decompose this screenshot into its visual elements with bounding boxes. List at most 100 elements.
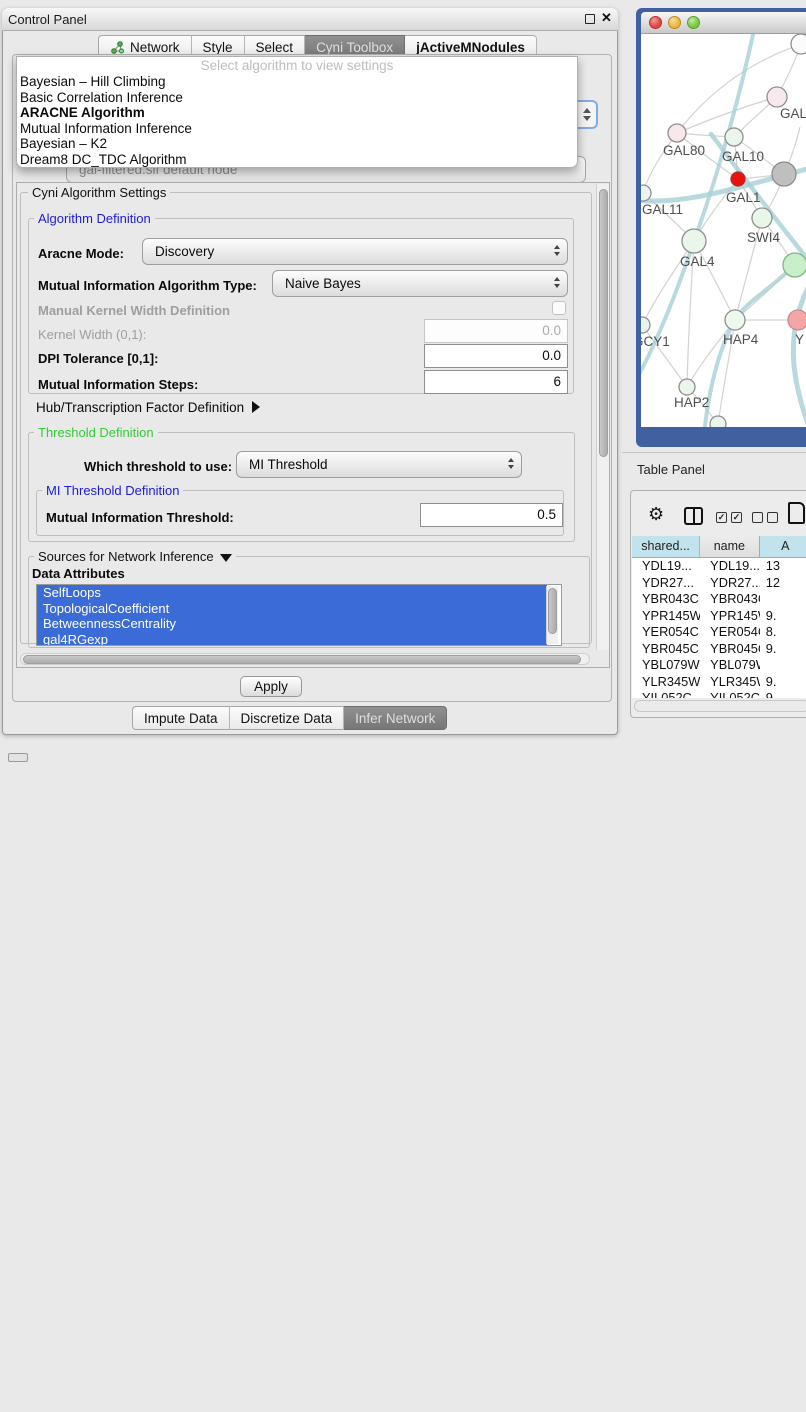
aracne-mode-combobox[interactable]: Discovery [142, 238, 568, 265]
table-cell: 8. [760, 624, 806, 641]
table-cell: YIL052C [700, 690, 760, 698]
data-attributes-list[interactable]: SelfLoopsTopologicalCoefficientBetweenne… [36, 584, 562, 646]
table-cell: YBR043C [632, 591, 700, 608]
table-cell: YBR045C [700, 641, 760, 658]
mi-type-label: Mutual Information Algorithm Type: [38, 278, 257, 293]
gear-icon[interactable]: ⚙ [648, 504, 664, 524]
column-header-a[interactable]: A [760, 536, 806, 558]
network-node-node-salmon[interactable] [788, 310, 806, 330]
columns-icon[interactable] [684, 507, 703, 525]
tab-label: Network [130, 40, 180, 55]
close-icon[interactable]: ✕ [601, 10, 612, 26]
control-panel-titlebar[interactable] [2, 8, 618, 31]
network-node-gcy1[interactable] [641, 317, 650, 333]
network-edge-highlighted[interactable] [793, 282, 806, 424]
network-node-gal4[interactable] [682, 229, 706, 253]
network-node-gal1[interactable] [731, 172, 745, 186]
attribute-item-topologicalcoefficient[interactable]: TopologicalCoefficient [37, 601, 547, 617]
node-table[interactable]: shared...nameA YDL19...YDL19...13YDR27..… [632, 536, 806, 698]
network-node-hap2[interactable] [679, 379, 695, 395]
table-cell: 9. [760, 674, 806, 691]
settings-horizontal-scrollbar[interactable] [20, 653, 590, 665]
table-cell: YER054C [700, 624, 760, 641]
new-table-icon[interactable] [788, 502, 805, 524]
algorithm-option-aracne-algorithm[interactable]: ARACNE Algorithm [17, 105, 577, 121]
algorithm-option-basic-correlation-inference[interactable]: Basic Correlation Inference [17, 90, 577, 106]
node-label-gal4: GAL4 [680, 254, 715, 269]
apply-button[interactable]: Apply [240, 676, 302, 697]
checked-box-icon: ✓ [716, 512, 727, 523]
attribute-item-gal4rgexp[interactable]: gal4RGexp [37, 632, 547, 647]
manual-kernel-label: Manual Kernel Width Definition [38, 303, 230, 318]
network-canvas[interactable]: GALGAL80GAL10GAL1GAL11SWI4GAL4GCY1HAP4YH… [641, 34, 806, 427]
attributes-scrollbar-thumb[interactable] [548, 588, 557, 634]
table-row[interactable]: YBL079WYBL079W [632, 657, 806, 674]
zoom-traffic-light[interactable] [687, 16, 700, 29]
collapse-arrow-icon [220, 554, 232, 562]
network-node-node-green-large[interactable] [783, 253, 806, 277]
table-row[interactable]: YDL19...YDL19...13 [632, 558, 806, 575]
algorithm-option-dream8-dc-tdc-algorithm[interactable]: Dream8 DC_TDC Algorithm [17, 152, 577, 168]
which-threshold-combobox[interactable]: MI Threshold [236, 451, 522, 478]
tab-label: Impute Data [144, 711, 218, 726]
network-node-node-bottom[interactable] [710, 416, 726, 427]
network-edge[interactable] [694, 241, 735, 320]
stepper-down-icon [583, 116, 591, 121]
table-row[interactable]: YBR045CYBR045C9. [632, 641, 806, 658]
network-node-node-top[interactable] [791, 34, 806, 54]
table-cell: YIL052C [632, 690, 700, 698]
network-node-gal80[interactable] [668, 124, 686, 142]
node-label-gal11: GAL11 [642, 202, 683, 217]
select-all-checkboxes-icon[interactable]: ✓ ✓ [716, 512, 742, 523]
mi-threshold-input[interactable]: 0.5 [420, 503, 563, 527]
settings-horizontal-scrollbar-thumb[interactable] [23, 655, 581, 664]
manual-kernel-checkbox[interactable] [552, 301, 566, 315]
table-cell: YDL19... [632, 558, 700, 575]
network-edge[interactable] [643, 133, 677, 193]
network-node-swi4[interactable] [752, 208, 772, 228]
table-cell: YBR045C [632, 641, 700, 658]
algorithm-option-mutual-information-inference[interactable]: Mutual Information Inference [17, 121, 577, 137]
algorithm-option-bayesian-hill-climbing[interactable]: Bayesian – Hill Climbing [17, 74, 577, 90]
table-row[interactable]: YBR043CYBR043C [632, 591, 806, 608]
table-row[interactable]: YPR145WYPR145W9. [632, 608, 806, 625]
table-row[interactable]: YER054CYER054C8. [632, 624, 806, 641]
network-node-gal11[interactable] [641, 185, 651, 201]
table-row[interactable]: YIL052CYIL052C9 [632, 690, 806, 698]
dock-mini-icon[interactable] [8, 753, 28, 762]
kernel-width-input[interactable]: 0.0 [424, 319, 568, 343]
network-node-gal10[interactable] [725, 128, 743, 146]
attributes-scrollbar[interactable] [546, 586, 558, 644]
bottom-tab-discretize-data[interactable]: Discretize Data [230, 706, 345, 730]
table-horizontal-scrollbar[interactable] [634, 700, 806, 712]
table-row[interactable]: YDR27...YDR27...12 [632, 575, 806, 592]
column-header-shared[interactable]: shared... [632, 536, 700, 558]
network-node-hap4[interactable] [725, 310, 745, 330]
settings-vertical-scrollbar[interactable] [596, 184, 609, 650]
network-node-node-gray[interactable] [772, 162, 796, 186]
algorithm-option-bayesian-k2[interactable]: Bayesian – K2 [17, 136, 577, 152]
float-panel-icon[interactable] [585, 14, 595, 24]
network-window-titlebar[interactable] [641, 12, 806, 34]
deselect-all-checkboxes-icon[interactable] [752, 512, 778, 523]
network-node-node-pink[interactable] [767, 87, 787, 107]
dpi-tolerance-input[interactable]: 0.0 [424, 344, 568, 368]
minimize-traffic-light[interactable] [668, 16, 681, 29]
hub-definition-expander[interactable]: Hub/Transcription Factor Definition [36, 400, 260, 415]
algorithm-combobox-stepper[interactable] [578, 100, 598, 129]
attribute-item-betweennesscentrality[interactable]: BetweennessCentrality [37, 616, 547, 632]
column-header-name[interactable]: name [700, 536, 759, 558]
combo-arrows-icon [508, 452, 514, 469]
bottom-tab-infer-network[interactable]: Infer Network [344, 706, 447, 730]
node-label-y: Y [795, 332, 804, 347]
bottom-tab-impute-data[interactable]: Impute Data [132, 706, 230, 730]
attribute-item-selfloops[interactable]: SelfLoops [37, 585, 547, 601]
mi-threshold-group-label: MI Threshold Definition [42, 483, 183, 498]
close-traffic-light[interactable] [649, 16, 662, 29]
mi-steps-input[interactable]: 6 [424, 370, 568, 394]
table-row[interactable]: YLR345WYLR345W9. [632, 674, 806, 691]
sources-group-label[interactable]: Sources for Network Inference [34, 549, 236, 564]
mi-type-combobox[interactable]: Naive Bayes [272, 270, 568, 297]
settings-vertical-scrollbar-thumb[interactable] [599, 189, 608, 457]
table-cell: YDR27... [632, 575, 700, 592]
